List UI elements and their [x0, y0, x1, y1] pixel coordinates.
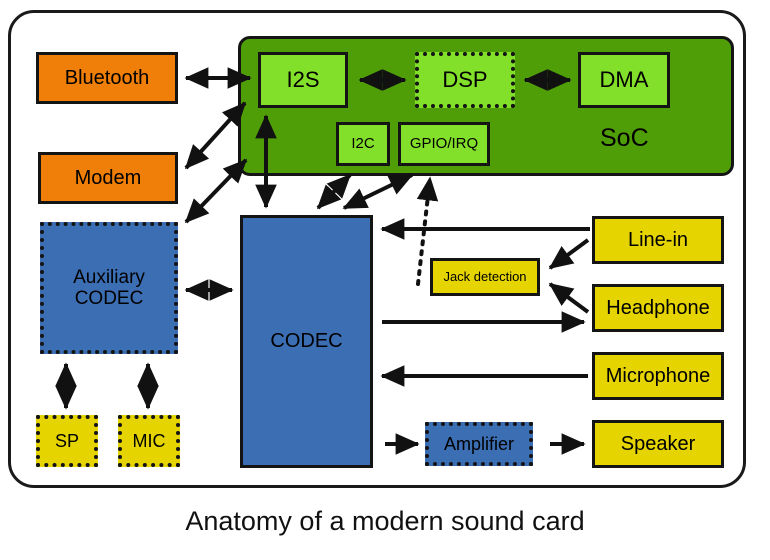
- block-dsp-label: DSP: [442, 66, 488, 92]
- block-dma-label: DMA: [599, 66, 649, 92]
- diagram-root: SoC I2S DSP DMA I2C GPIO/IRQ Bluetooth M…: [0, 0, 770, 560]
- block-modem[interactable]: Modem: [38, 152, 178, 204]
- block-amplifier[interactable]: Amplifier: [425, 422, 533, 466]
- block-gpio-irq[interactable]: GPIO/IRQ: [398, 122, 490, 166]
- block-i2c[interactable]: I2C: [336, 122, 390, 166]
- block-headphone-label: Headphone: [606, 296, 710, 319]
- block-sp-label: SP: [54, 430, 79, 451]
- block-line-in[interactable]: Line-in: [592, 216, 724, 264]
- figure-caption: Anatomy of a modern sound card: [185, 506, 585, 536]
- block-codec-label: CODEC: [270, 330, 343, 353]
- block-headphone[interactable]: Headphone: [592, 284, 724, 332]
- block-line-in-label: Line-in: [627, 228, 689, 251]
- block-mic-label: MIC: [132, 430, 166, 451]
- block-codec[interactable]: CODEC: [240, 215, 373, 468]
- block-auxiliary-codec[interactable]: Auxiliary CODEC: [40, 222, 178, 354]
- block-dma[interactable]: DMA: [578, 52, 670, 108]
- block-bluetooth[interactable]: Bluetooth: [36, 52, 178, 104]
- block-jack-detection-label: Jack detection: [443, 268, 527, 284]
- block-i2s[interactable]: I2S: [258, 52, 348, 108]
- soc-label: SoC: [600, 124, 649, 152]
- block-jack-detection[interactable]: Jack detection: [430, 258, 540, 296]
- block-speaker-label: Speaker: [620, 432, 696, 455]
- block-dsp[interactable]: DSP: [415, 52, 515, 108]
- block-bluetooth-label: Bluetooth: [64, 66, 150, 89]
- block-mic[interactable]: MIC: [118, 415, 180, 467]
- block-microphone[interactable]: Microphone: [592, 352, 724, 400]
- block-auxiliary-codec-label: Auxiliary CODEC: [73, 266, 145, 309]
- block-amplifier-label: Amplifier: [443, 433, 514, 454]
- block-speaker[interactable]: Speaker: [592, 420, 724, 468]
- block-i2c-label: I2C: [351, 134, 375, 152]
- block-modem-label: Modem: [74, 166, 142, 189]
- block-sp[interactable]: SP: [36, 415, 98, 467]
- block-i2s-label: I2S: [286, 66, 320, 92]
- block-gpio-irq-label: GPIO/IRQ: [409, 134, 479, 152]
- block-microphone-label: Microphone: [605, 364, 711, 387]
